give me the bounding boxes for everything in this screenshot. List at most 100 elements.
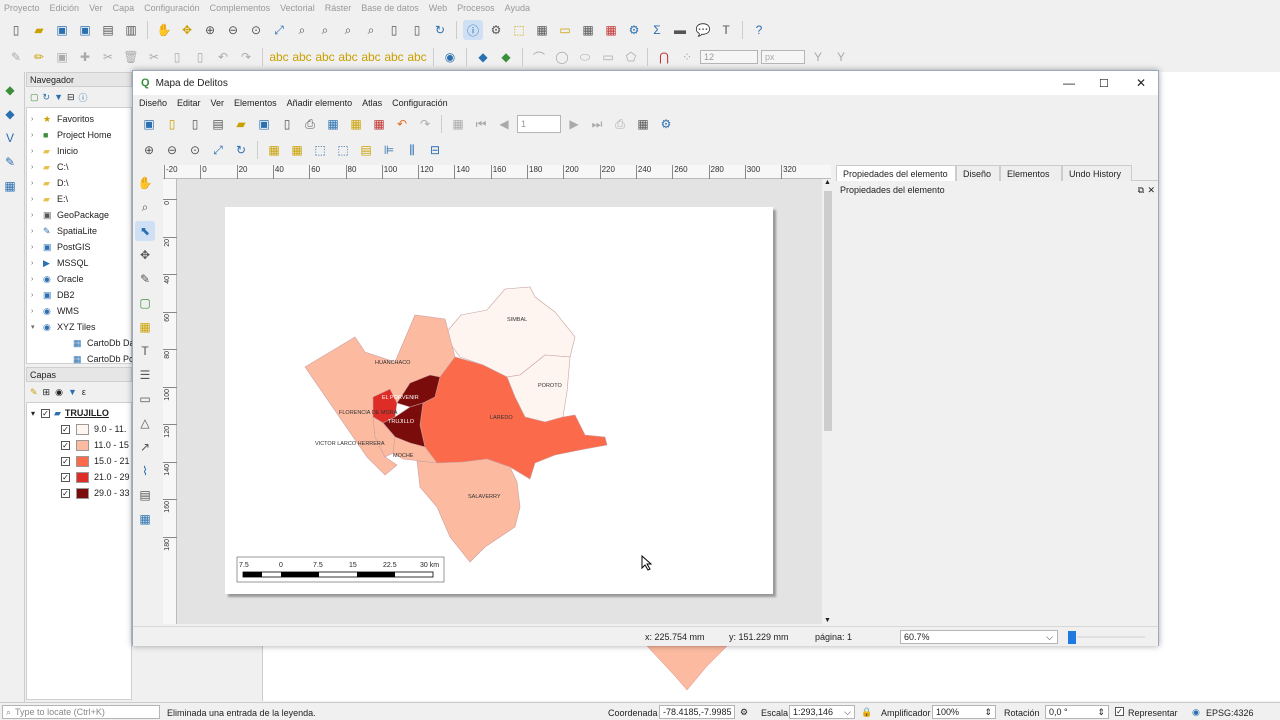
last-feature-icon[interactable]: ⏭ xyxy=(587,114,607,134)
select-features-icon[interactable]: ⬚ xyxy=(509,20,529,40)
menu-item[interactable]: Proyecto xyxy=(4,3,40,13)
move-content-icon[interactable]: ✥ xyxy=(135,245,155,265)
chevron-right-icon[interactable]: › xyxy=(31,116,43,123)
canvas-vscrollbar[interactable]: ▲ ▼ xyxy=(823,179,833,624)
navigator-item[interactable]: › ▣ PostGIS xyxy=(31,239,91,255)
action-icon[interactable]: ⚙ xyxy=(486,20,506,40)
add-group-icon[interactable]: ⊞ xyxy=(43,387,51,398)
ungroup-icon[interactable]: ▦ xyxy=(287,140,307,160)
show-bookmarks-icon[interactable]: ▯ xyxy=(407,20,427,40)
globe-icon[interactable]: ◉ xyxy=(440,47,460,67)
refresh-view-icon[interactable]: ↻ xyxy=(231,140,251,160)
new-layout-icon[interactable]: ▤ xyxy=(98,20,118,40)
chevron-right-icon[interactable]: › xyxy=(31,276,43,283)
toggle-editing-icon[interactable]: ✏ xyxy=(29,47,49,67)
navigator-item[interactable]: › ◉ WMS xyxy=(31,303,79,319)
add-legend-icon[interactable]: ☰ xyxy=(135,365,155,385)
menu-item[interactable]: Base de datos xyxy=(361,3,419,13)
zoom-slider-handle[interactable] xyxy=(1068,631,1076,644)
digitize-curve-icon[interactable]: ⌒ xyxy=(529,47,549,67)
help-icon[interactable]: ? xyxy=(749,20,769,40)
tracing-icon[interactable]: Y xyxy=(808,47,828,67)
info-icon[interactable]: ⓘ xyxy=(79,91,88,104)
menu-item[interactable]: Vectorial xyxy=(280,3,315,13)
zoom-selection-icon[interactable]: ⌕ xyxy=(292,20,312,40)
menu-item[interactable]: Capa xyxy=(113,3,135,13)
label-rotate-icon[interactable]: abc xyxy=(338,47,358,67)
add-spatialite-icon[interactable]: ✎ xyxy=(0,152,20,172)
chevron-right-icon[interactable]: › xyxy=(31,180,43,187)
add-html-icon[interactable]: ▤ xyxy=(135,485,155,505)
zoom-full-icon[interactable]: ⤢ xyxy=(269,20,289,40)
cut-icon[interactable]: ✂ xyxy=(144,47,164,67)
legend-class-row[interactable]: ✓ 11.0 - 15 xyxy=(61,437,129,453)
vertex-tool-icon[interactable]: ✂ xyxy=(98,47,118,67)
navigator-item[interactable]: › ▶ MSSQL xyxy=(31,255,89,271)
composer-menu-item[interactable]: Diseño xyxy=(139,98,167,108)
chevron-right-icon[interactable]: › xyxy=(31,196,43,203)
layout-canvas[interactable]: SIMBAL HUANCHACO POROTO EL PORVENIR FLORENCI… xyxy=(177,179,822,624)
new-project-icon[interactable]: ▯ xyxy=(6,20,26,40)
add-ellipse-icon[interactable]: ⬭ xyxy=(575,47,595,67)
field-calculator-icon[interactable]: ▦ xyxy=(601,20,621,40)
add-polygon-icon[interactable]: ⬠ xyxy=(621,47,641,67)
composer-tab[interactable]: Undo History xyxy=(1062,165,1132,181)
menu-item[interactable]: Configuración xyxy=(144,3,200,13)
navigator-item[interactable]: › ✎ SpatiaLite xyxy=(31,223,97,239)
atlas-preview-icon[interactable]: ▦ xyxy=(448,114,468,134)
zoom-slider-track[interactable] xyxy=(1077,636,1145,638)
add-wms-icon[interactable]: ▦ xyxy=(0,176,20,196)
navigator-item[interactable]: › ▰ Inicio xyxy=(31,143,78,159)
edit-nodes-icon[interactable]: ✎ xyxy=(135,269,155,289)
save-template-icon[interactable]: ▣ xyxy=(254,114,274,134)
legend-class-checkbox[interactable]: ✓ xyxy=(61,440,70,450)
navigator-item[interactable]: › ▣ DB2 xyxy=(31,287,75,303)
add-picture-icon[interactable]: ▦ xyxy=(135,317,155,337)
label-move-icon[interactable]: abc xyxy=(315,47,335,67)
composer-menu-item[interactable]: Atlas xyxy=(362,98,382,108)
toolbox-icon[interactable]: ⚙ xyxy=(624,20,644,40)
legend-class-row[interactable]: ✓ 9.0 - 11. xyxy=(61,421,126,437)
export-image-icon[interactable]: ▦ xyxy=(323,114,343,134)
filter-legend-icon[interactable]: ▼ xyxy=(68,387,77,397)
navigator-item[interactable]: › ◉ Oracle xyxy=(31,271,84,287)
pan-icon[interactable]: ✋ xyxy=(154,20,174,40)
expression-filter-icon[interactable]: ε xyxy=(82,387,86,397)
open-template-icon[interactable]: ▰ xyxy=(231,114,251,134)
export-pdf-icon[interactable]: ▦ xyxy=(369,114,389,134)
legend-class-checkbox[interactable]: ✓ xyxy=(61,424,70,434)
menu-item[interactable]: Procesos xyxy=(457,3,495,13)
print-icon[interactable]: ⎙ xyxy=(300,114,320,134)
chevron-right-icon[interactable]: › xyxy=(31,292,43,299)
chevron-right-icon[interactable]: › xyxy=(31,212,43,219)
extents-icon[interactable]: ⚙ xyxy=(740,707,748,718)
unit-select[interactable]: px xyxy=(761,50,805,64)
add-circle-icon[interactable]: ◯ xyxy=(552,47,572,67)
layout-page[interactable]: SIMBAL HUANCHACO POROTO EL PORVENIR FLORENCI… xyxy=(225,207,773,594)
navigator-item[interactable]: › ★ Favoritos xyxy=(31,111,94,127)
legend-class-checkbox[interactable]: ✓ xyxy=(61,488,70,498)
save-edits-icon[interactable]: ▣ xyxy=(52,47,72,67)
paste-icon[interactable]: ▯ xyxy=(190,47,210,67)
zoom-out-icon[interactable]: ⊖ xyxy=(162,140,182,160)
zoom-in-icon[interactable]: ⊕ xyxy=(139,140,159,160)
composer-tab[interactable]: Propiedades del elemento xyxy=(836,165,956,181)
resize-icon[interactable]: ⊟ xyxy=(425,140,445,160)
navigator-item[interactable]: ▾ ◉ XYZ Tiles xyxy=(31,319,96,335)
add-icon[interactable]: ▢ xyxy=(30,92,39,103)
add-rectangle-icon[interactable]: ▭ xyxy=(598,47,618,67)
collapse-icon[interactable]: ⊟ xyxy=(67,92,75,103)
lock-items-icon[interactable]: ⬚ xyxy=(310,140,330,160)
navigator-item[interactable]: › ▣ GeoPackage xyxy=(31,207,109,223)
add-csv-icon[interactable]: V xyxy=(0,128,20,148)
zoom-native-icon[interactable]: ⊙ xyxy=(246,20,266,40)
duplicate-layout-icon[interactable]: ▯ xyxy=(185,114,205,134)
scale-field[interactable]: 1:293,146 ⌵ xyxy=(789,705,855,719)
float-icon[interactable]: ⧉ xyxy=(1138,185,1144,196)
copy-icon[interactable]: ▯ xyxy=(167,47,187,67)
composer-menu-item[interactable]: Añadir elemento xyxy=(287,98,353,108)
chevron-down-icon[interactable]: ▾ xyxy=(31,323,43,331)
visibility-icon[interactable]: ◉ xyxy=(55,387,63,398)
add-arrow-icon[interactable]: ↗ xyxy=(135,437,155,457)
map-item[interactable]: SIMBAL HUANCHACO POROTO EL PORVENIR FLORENCI… xyxy=(225,207,773,594)
